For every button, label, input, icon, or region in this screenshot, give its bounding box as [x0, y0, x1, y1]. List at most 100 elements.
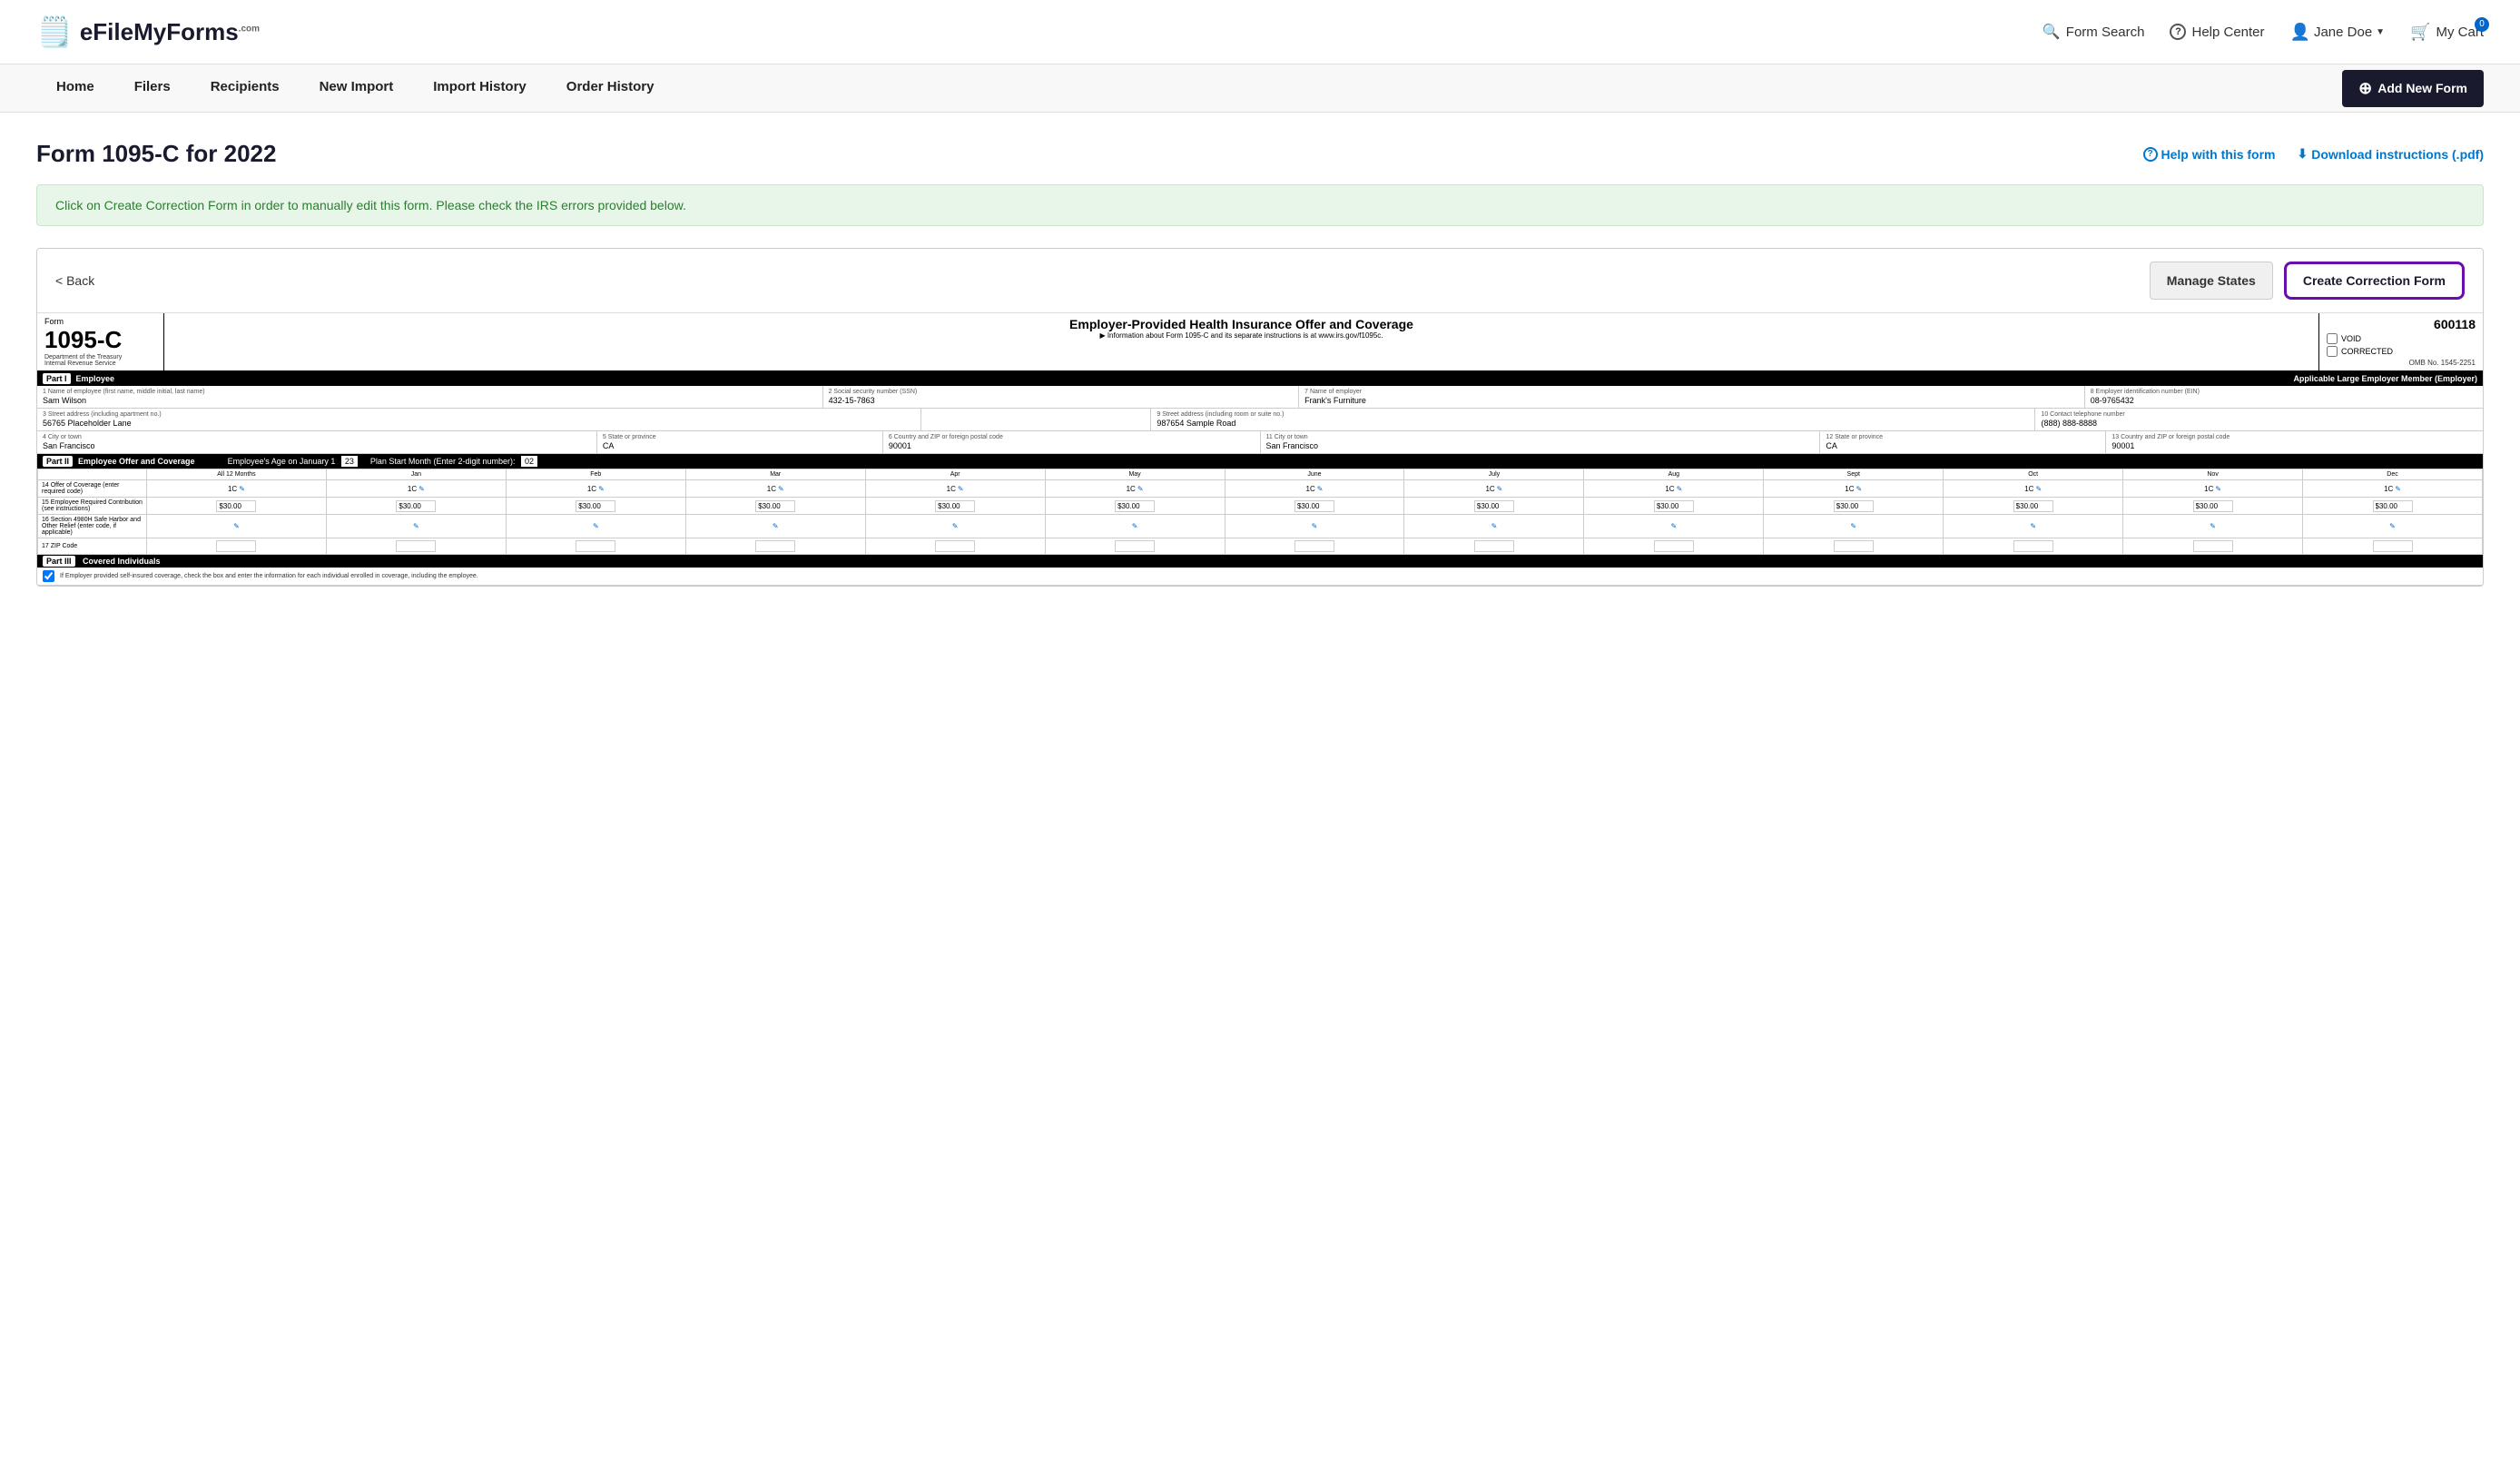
- row14-dec-edit[interactable]: ✎: [2395, 485, 2401, 493]
- download-instructions-link[interactable]: ⬇ Download instructions (.pdf): [2298, 146, 2485, 162]
- row17-all12-input[interactable]: [216, 540, 256, 552]
- void-checkbox[interactable]: [2327, 333, 2338, 344]
- part3-sub: If Employer provided self-insured covera…: [37, 568, 2483, 586]
- row16-june-edit[interactable]: ✎: [1312, 522, 1318, 530]
- void-row: VOID: [2327, 333, 2476, 344]
- row14-all12: 1C ✎: [147, 480, 327, 498]
- row15-apr-input[interactable]: [935, 500, 975, 512]
- nav-import-history[interactable]: Import History: [413, 64, 546, 112]
- row15-nov-input[interactable]: [2193, 500, 2233, 512]
- row14-jan-edit[interactable]: ✎: [418, 485, 425, 493]
- logo-icon: 🗒️: [36, 15, 73, 49]
- row14-july-edit[interactable]: ✎: [1497, 485, 1503, 493]
- row17-aug-input[interactable]: [1654, 540, 1694, 552]
- part3-sub-text: If Employer provided self-insured covera…: [60, 573, 478, 579]
- row15-dec-input[interactable]: [2373, 500, 2413, 512]
- emp-city-value: San Francisco: [1266, 441, 1815, 450]
- row17-mar: [685, 538, 865, 555]
- row17-dec: [2303, 538, 2483, 555]
- row14-aug-edit[interactable]: ✎: [1677, 485, 1683, 493]
- row14-jan: 1C ✎: [326, 480, 506, 498]
- row17-nov-input[interactable]: [2193, 540, 2233, 552]
- row14-apr-edit[interactable]: ✎: [958, 485, 964, 493]
- row17-june-input[interactable]: [1294, 540, 1334, 552]
- emp-state-value: CA: [1826, 441, 2100, 450]
- row14-mar-edit[interactable]: ✎: [778, 485, 784, 493]
- person-icon: 👤: [2290, 23, 2310, 42]
- row16-may-edit[interactable]: ✎: [1132, 522, 1138, 530]
- row17-jan-input[interactable]: [396, 540, 436, 552]
- create-correction-form-button[interactable]: Create Correction Form: [2284, 262, 2465, 300]
- row17-july-input[interactable]: [1474, 540, 1514, 552]
- help-center-nav[interactable]: ? Help Center: [2170, 24, 2264, 40]
- emp-city-label: 11 City or town: [1266, 434, 1815, 440]
- add-new-form-button[interactable]: ⊕ Add New Form: [2342, 70, 2484, 107]
- row16-dec-edit[interactable]: ✎: [2389, 522, 2396, 530]
- age-section: Employee's Age on January 1 23 Plan Star…: [228, 457, 537, 466]
- row16-sept-edit[interactable]: ✎: [1850, 522, 1856, 530]
- col-jan: Jan: [326, 469, 506, 480]
- nav-recipients[interactable]: Recipients: [191, 64, 300, 112]
- back-link[interactable]: < Back: [55, 273, 94, 288]
- row14-sept-edit[interactable]: ✎: [1856, 485, 1863, 493]
- nav-filers[interactable]: Filers: [114, 64, 191, 112]
- row17-dec-input[interactable]: [2373, 540, 2413, 552]
- form-header-row: Form 1095-C Department of the Treasury I…: [37, 313, 2483, 371]
- row14-june-edit[interactable]: ✎: [1317, 485, 1324, 493]
- row16-jan-edit[interactable]: ✎: [413, 522, 419, 530]
- emp-zip-label: 13 Country and ZIP or foreign postal cod…: [2111, 434, 2477, 440]
- row16-june: ✎: [1225, 515, 1404, 538]
- corrected-checkbox[interactable]: [2327, 346, 2338, 357]
- row16-aug-edit[interactable]: ✎: [1670, 522, 1677, 530]
- row16-all12-edit[interactable]: ✎: [233, 522, 240, 530]
- nav-new-import[interactable]: New Import: [300, 64, 414, 112]
- employer-name-value: Frank's Furniture: [1304, 396, 2079, 405]
- phone-label: 10 Contact telephone number: [2041, 411, 2477, 418]
- row16-nov-edit[interactable]: ✎: [2210, 522, 2216, 530]
- row14-all12-edit[interactable]: ✎: [239, 485, 245, 493]
- row15-all12-input[interactable]: [216, 500, 256, 512]
- row14-may-edit[interactable]: ✎: [1137, 485, 1144, 493]
- cart-nav[interactable]: 🛒 0 My Cart: [2410, 23, 2484, 42]
- page-title-links: ? Help with this form ⬇ Download instruc…: [2143, 146, 2485, 162]
- row15-sept: [1764, 498, 1944, 515]
- row16-mar-edit[interactable]: ✎: [773, 522, 779, 530]
- nav-order-history[interactable]: Order History: [546, 64, 674, 112]
- help-with-form-link[interactable]: ? Help with this form: [2143, 146, 2276, 162]
- row14-feb-edit[interactable]: ✎: [598, 485, 605, 493]
- row17-may-input[interactable]: [1115, 540, 1155, 552]
- form-number-big: 1095-C: [44, 326, 156, 354]
- row15-oct-input[interactable]: [2013, 500, 2053, 512]
- row15-feb-input[interactable]: [576, 500, 615, 512]
- part1-label: Part I: [43, 373, 71, 384]
- row14-nov-edit[interactable]: ✎: [2215, 485, 2221, 493]
- row15-june-input[interactable]: [1294, 500, 1334, 512]
- row15-may-input[interactable]: [1115, 500, 1155, 512]
- row15-mar-input[interactable]: [755, 500, 795, 512]
- navbar-left: Home Filers Recipients New Import Import…: [36, 64, 674, 112]
- nav-home[interactable]: Home: [36, 64, 114, 112]
- row14-oct-edit[interactable]: ✎: [2035, 485, 2042, 493]
- row15-jan-input[interactable]: [396, 500, 436, 512]
- user-nav[interactable]: 👤 Jane Doe ▼: [2290, 23, 2386, 42]
- row15-aug-input[interactable]: [1654, 500, 1694, 512]
- part3-checkbox[interactable]: [43, 570, 54, 582]
- ein-label: 8 Employer identification number (EIN): [2091, 389, 2477, 395]
- row17-mar-input[interactable]: [755, 540, 795, 552]
- row16-feb-edit[interactable]: ✎: [593, 522, 599, 530]
- row16-apr-edit[interactable]: ✎: [952, 522, 959, 530]
- row15-july-input[interactable]: [1474, 500, 1514, 512]
- row16-july-edit[interactable]: ✎: [1491, 522, 1498, 530]
- row17-apr-input[interactable]: [935, 540, 975, 552]
- street-value: 56765 Placeholder Lane: [43, 419, 915, 428]
- row14-july: 1C ✎: [1404, 480, 1584, 498]
- row15-sept-input[interactable]: [1834, 500, 1874, 512]
- row16-oct-edit[interactable]: ✎: [2030, 522, 2036, 530]
- part1-right-title: Applicable Large Employer Member (Employ…: [2293, 374, 2477, 383]
- manage-states-button[interactable]: Manage States: [2150, 262, 2273, 300]
- row17-feb-input[interactable]: [576, 540, 615, 552]
- form-search-nav[interactable]: 🔍 Form Search: [2043, 23, 2145, 41]
- row17-oct-input[interactable]: [2013, 540, 2053, 552]
- zip-value: 90001: [889, 441, 1255, 450]
- row17-sept-input[interactable]: [1834, 540, 1874, 552]
